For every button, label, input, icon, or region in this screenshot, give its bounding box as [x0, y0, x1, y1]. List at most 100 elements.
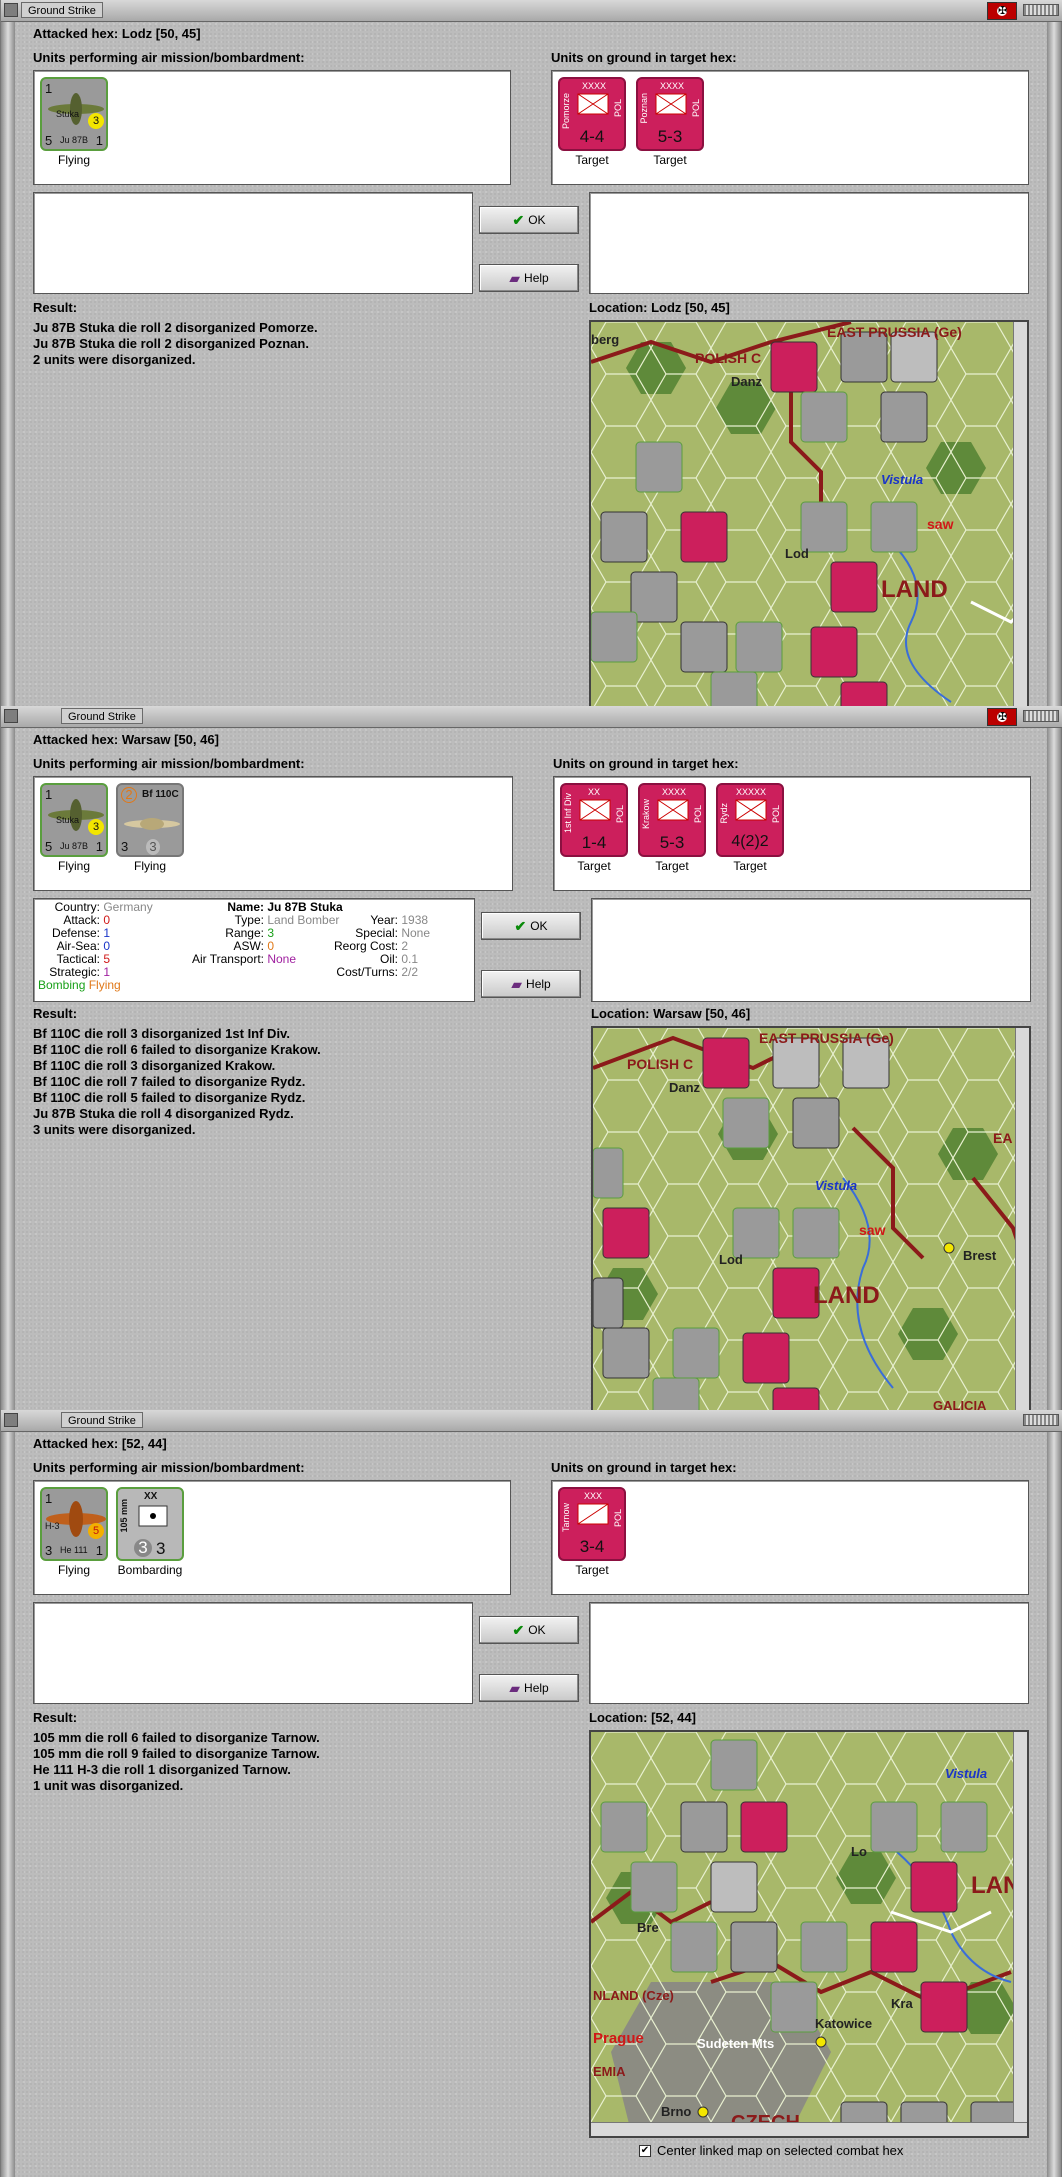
help-button[interactable]: ▰ Help [479, 1674, 579, 1702]
result-log: Ju 87B Stuka die roll 2 disorganized Pom… [33, 320, 318, 368]
map-vertical-scrollbar[interactable] [1013, 322, 1027, 708]
map-label: Vistula [815, 1178, 858, 1193]
air-units-panel: 1 H-3 3 He 111 1 5 Flying XX 105 mm 3 3 … [33, 1480, 511, 1595]
title-bar[interactable]: Ground Strike [1, 0, 1062, 22]
unit-counter[interactable]: XXXXX Rydz POL 4(2)2 [716, 783, 784, 857]
counter-name: Tarnow [561, 1503, 571, 1533]
german-flag-icon [987, 708, 1017, 726]
ground-units-header: Units on ground in target hex: [551, 50, 737, 65]
title-bar[interactable]: Ground Strike [1, 706, 1062, 728]
result-line: Ju 87B Stuka die roll 2 disorganized Pom… [33, 320, 318, 335]
linked-map[interactable]: Vistula Lo LAN Bre NLAND (Cze) Prague Su… [589, 1730, 1029, 2138]
target-info-panel [589, 1602, 1029, 1704]
counter-name: Poznan [639, 93, 649, 124]
counter-size: XX [588, 787, 601, 797]
info-asw: 0 [267, 939, 275, 953]
info-type: Land Bomber [267, 913, 340, 927]
info-airsea: 0 [103, 939, 111, 953]
help-button[interactable]: ▰ Help [479, 264, 579, 292]
unit-status: Bombarding [117, 1563, 183, 1577]
artillery-unit[interactable]: XX 105 mm 3 3 Bombarding [114, 1487, 186, 1577]
linked-map[interactable]: POLISH C EAST PRUSSIA (Ge) Danz Vistula … [589, 320, 1029, 710]
check-icon: ✔ [514, 918, 527, 934]
map-horizontal-scrollbar[interactable] [591, 2122, 1027, 2136]
air-unit[interactable]: 1 Stuka 5 Ju 87B 1 3 Flying [38, 77, 110, 167]
ok-button[interactable]: ✔ OK [479, 206, 579, 234]
window-grip-icon[interactable] [1023, 1414, 1059, 1426]
info-name: Ju 87B Stuka [267, 900, 343, 914]
unit-counter[interactable]: 2 Bf 110C 3 3 [116, 783, 184, 857]
unit-stats-left: Country: Germany Attack: 0 Defense: 1 Ai… [38, 901, 153, 992]
ok-button[interactable]: ✔ OK [479, 1616, 579, 1644]
linked-map[interactable]: POLISH C EAST PRUSSIA (Ge) Danz Vistula … [591, 1026, 1031, 1414]
air-unit[interactable]: 1 Stuka 5 Ju 87B 1 3 Flying [38, 783, 110, 873]
unit-status: Target [655, 859, 689, 873]
ground-unit[interactable]: XXX Tarnow POL 3-4 Target [556, 1487, 628, 1577]
map-label: POLISH C [627, 1056, 694, 1072]
window-frame-right [1047, 728, 1061, 1416]
map-label: Prague [593, 2030, 644, 2047]
counter-nation: POL [613, 1509, 623, 1528]
window-grip-icon[interactable] [1023, 710, 1059, 722]
checkbox-label: Center linked map on selected combat hex [657, 2143, 904, 2158]
counter-bottom-right: 3 [156, 1539, 166, 1558]
result-line: 1 unit was disorganized. [33, 1778, 184, 1793]
unit-counter[interactable]: 1 Stuka 5 Ju 87B 1 3 [40, 77, 108, 151]
ground-unit[interactable]: XXXX Krakow POL 5-3 Target [636, 783, 708, 873]
ground-unit[interactable]: XX 1st Inf Div POL 1-4 Target [558, 783, 630, 873]
map-label: Danz [731, 374, 763, 389]
result-line: He 111 H-3 die roll 1 disorganized Tarno… [33, 1762, 291, 1777]
unit-counter[interactable]: XXXX Poznan POL 5-3 [636, 77, 704, 151]
title-bar[interactable]: Ground Strike [1, 1410, 1062, 1432]
counter-bottom-left: 3 [134, 1539, 152, 1557]
ground-units-panel: XXXX Pomorze POL 4-4 Target XXXX Poznan … [551, 70, 1029, 185]
help-button[interactable]: ▰ Help [481, 970, 581, 998]
counter-bottom-right: 1 [95, 839, 103, 854]
unit-counter[interactable]: 1 Stuka 5 Ju 87B 1 3 [40, 783, 108, 857]
center-map-checkbox[interactable]: ✔ Center linked map on selected combat h… [639, 2143, 903, 2158]
counter-model: He 111 [60, 1545, 88, 1555]
window-grip-icon[interactable] [1023, 4, 1059, 16]
counter-strength: 1-4 [581, 833, 607, 852]
check-icon: ✔ [512, 212, 525, 228]
hex-map[interactable] [593, 1028, 1031, 1414]
ok-button[interactable]: ✔ OK [481, 912, 581, 940]
counter-name: 1st Inf Div [563, 793, 573, 834]
checkbox-box[interactable]: ✔ [639, 2144, 651, 2157]
unit-counter[interactable]: XXXX Pomorze POL 4-4 [558, 77, 626, 151]
app-icon [4, 1413, 18, 1427]
counter-name: Bf 110C [142, 789, 179, 800]
counter-model: Ju 87B [60, 135, 89, 145]
info-flying: Flying [88, 978, 121, 992]
unit-counter[interactable]: XXXX Krakow POL 5-3 [638, 783, 706, 857]
info-oil: 0.1 [401, 952, 419, 966]
hex-map[interactable] [591, 322, 1029, 710]
ground-unit[interactable]: XXXX Poznan POL 5-3 Target [634, 77, 706, 167]
infantry-symbol-icon [735, 799, 767, 821]
unit-counter[interactable]: XX 1st Inf Div POL 1-4 [560, 783, 628, 857]
unit-info-panel: Country: Germany Attack: 0 Defense: 1 Ai… [33, 898, 475, 1002]
location-label: Location: [52, 44] [589, 1710, 696, 1725]
air-unit[interactable]: 1 H-3 3 He 111 1 5 Flying [38, 1487, 110, 1577]
attacked-hex-label: Attacked hex: Lodz [50, 45] [33, 26, 201, 41]
ground-units-header: Units on ground in target hex: [553, 756, 739, 771]
ground-unit[interactable]: XXXXX Rydz POL 4(2)2 Target [714, 783, 786, 873]
air-unit[interactable]: 2 Bf 110C 3 3 Flying [114, 783, 186, 873]
counter-bottom-left: 5 [45, 133, 53, 148]
map-label: saw [927, 516, 954, 532]
ok-label: OK [528, 213, 546, 227]
counter-size: XXX [584, 1491, 603, 1501]
help-label: Help [526, 977, 551, 991]
result-line: Bf 110C die roll 5 failed to disorganize… [33, 1090, 306, 1105]
infantry-symbol-icon [655, 93, 687, 115]
map-vertical-scrollbar[interactable] [1015, 1028, 1029, 1412]
hex-map[interactable] [591, 1732, 1029, 2138]
unit-counter[interactable]: XX 105 mm 3 3 [116, 1487, 184, 1561]
map-vertical-scrollbar[interactable] [1013, 1732, 1027, 2136]
info-attack: 0 [103, 913, 111, 927]
unit-counter[interactable]: XXX Tarnow POL 3-4 [558, 1487, 626, 1561]
result-log: Bf 110C die roll 3 disorganized 1st Inf … [33, 1026, 321, 1138]
ground-unit[interactable]: XXXX Pomorze POL 4-4 Target [556, 77, 628, 167]
attacked-hex-label: Attacked hex: Warsaw [50, 46] [33, 732, 219, 747]
unit-counter[interactable]: 1 H-3 3 He 111 1 5 [40, 1487, 108, 1561]
